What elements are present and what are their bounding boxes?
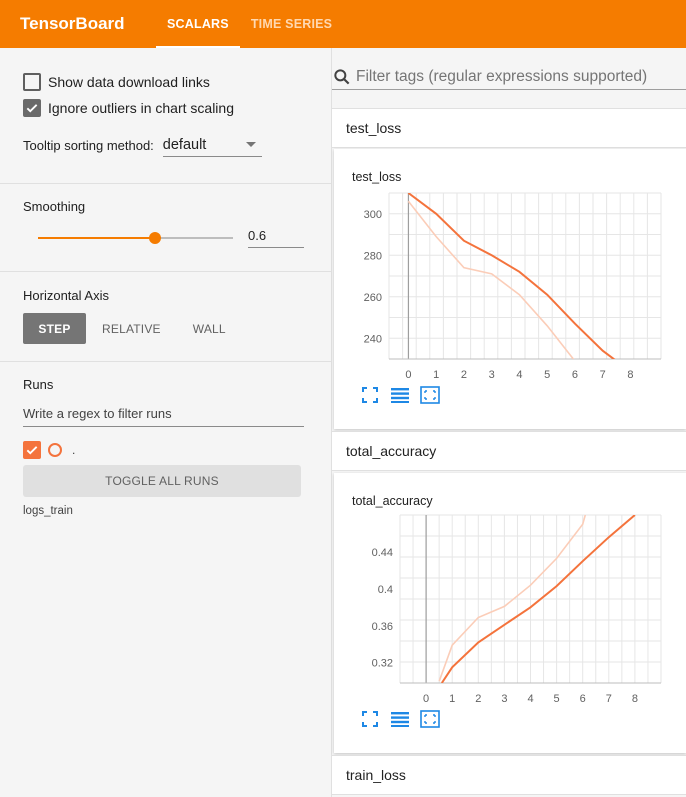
zoom-selection-icon [420, 710, 440, 728]
y-tick-label: 260 [364, 292, 382, 304]
run-item[interactable]: . [23, 441, 308, 459]
chart-card-test-loss: test_loss 0 1 2 3 4 5 6 7 8 240 260 280 300 [334, 149, 686, 429]
tooltip-sorting-row: Tooltip sorting method: default [23, 133, 308, 157]
zoom-selection-button[interactable] [419, 384, 441, 406]
x-tick-label: 5 [554, 693, 560, 705]
total-accuracy-chart[interactable]: 0 1 2 3 4 5 6 7 8 0.32 0.36 0.4 0.44 [334, 473, 686, 713]
axis-step-button[interactable]: STEP [23, 313, 86, 344]
tab-scalars[interactable]: SCALARS [156, 0, 240, 48]
y-tick-label: 0.32 [372, 658, 393, 670]
smoothing-slider-thumb[interactable] [149, 232, 161, 244]
ignore-outliers-checkbox[interactable] [23, 99, 41, 117]
run-checkbox[interactable] [23, 441, 41, 459]
fit-domain-icon [362, 387, 378, 403]
group-header-total-accuracy[interactable]: total_accuracy [332, 431, 686, 471]
x-tick-label: 3 [501, 693, 507, 705]
tag-filter-input[interactable]: Filter tags (regular expressions support… [332, 64, 686, 90]
tag-filter-placeholder: Filter tags (regular expressions support… [356, 67, 648, 85]
run-color-radio[interactable] [48, 443, 62, 457]
data-table-button[interactable] [389, 708, 411, 730]
y-tick-label: 0.36 [372, 621, 393, 633]
x-tick-label: 1 [433, 369, 439, 381]
x-tick-label: 8 [627, 369, 633, 381]
brand-title: TensorBoard [20, 14, 125, 33]
data-table-icon [391, 388, 409, 403]
x-tick-label: 4 [516, 369, 522, 381]
tooltip-sorting-select[interactable]: default [162, 133, 262, 157]
smoothing-control: 0.6 [23, 228, 308, 248]
horizontal-axis-title: Horizontal Axis [23, 288, 109, 303]
check-icon [26, 104, 38, 113]
axis-wall-button[interactable]: WALL [177, 313, 242, 344]
chart-card-total-accuracy: total_accuracy 0 1 2 3 4 5 6 7 8 0.32 0.36 0.4 0.44 [334, 473, 686, 753]
log-dir-label: logs_train [23, 505, 73, 517]
show-download-links-checkbox[interactable] [23, 73, 41, 91]
fit-domain-icon [362, 711, 378, 727]
smoothing-section: Smoothing 0.6 [0, 184, 331, 272]
data-table-button[interactable] [389, 384, 411, 406]
axis-relative-button[interactable]: RELATIVE [86, 313, 177, 344]
y-tick-label: 240 [364, 333, 382, 345]
runs-filter-input[interactable]: Write a regex to filter runs [23, 406, 304, 427]
x-tick-label: 6 [572, 369, 578, 381]
test-loss-chart[interactable]: 0 1 2 3 4 5 6 7 8 240 260 280 300 [334, 149, 686, 389]
main-panel: Filter tags (regular expressions support… [332, 48, 686, 797]
group-header-test-loss[interactable]: test_loss [332, 108, 686, 148]
series-line-smoothed [407, 193, 616, 359]
tooltip-sorting-value: default [162, 136, 207, 153]
chart-actions [359, 384, 449, 406]
x-tick-label: 2 [461, 369, 467, 381]
options-section: Show data download links Ignore outliers… [0, 48, 331, 184]
y-tick-label: 280 [364, 250, 382, 262]
show-download-links-option[interactable]: Show data download links [23, 69, 308, 95]
x-tick-label: 7 [606, 693, 612, 705]
x-tick-label: 2 [475, 693, 481, 705]
x-tick-label: 4 [527, 693, 533, 705]
run-name: . [72, 443, 76, 457]
chevron-down-icon [245, 142, 256, 147]
x-tick-label: 0 [405, 369, 411, 381]
smoothing-value-input[interactable]: 0.6 [248, 228, 304, 248]
tooltip-sorting-label: Tooltip sorting method: [23, 137, 154, 153]
runs-section: Runs Write a regex to filter runs . TOGG… [0, 362, 331, 517]
horizontal-axis-section: Horizontal Axis STEP RELATIVE WALL [0, 272, 331, 362]
show-download-links-label: Show data download links [48, 74, 210, 90]
x-tick-label: 7 [600, 369, 606, 381]
x-tick-label: 0 [423, 693, 429, 705]
data-table-icon [391, 712, 409, 727]
horizontal-axis-toggle: STEP RELATIVE WALL [23, 313, 308, 344]
smoothing-slider[interactable] [38, 232, 233, 244]
smoothing-slider-fill [38, 237, 155, 239]
check-icon [26, 446, 38, 455]
y-tick-label: 0.44 [372, 547, 393, 559]
x-tick-label: 6 [580, 693, 586, 705]
x-tick-label: 3 [489, 369, 495, 381]
ignore-outliers-option[interactable]: Ignore outliers in chart scaling [23, 95, 308, 121]
smoothing-title: Smoothing [23, 199, 86, 214]
chart-actions [359, 708, 449, 730]
tab-time-series[interactable]: TIME SERIES [240, 0, 343, 48]
top-app-bar: TensorBoard SCALARS TIME SERIES [0, 0, 686, 48]
series-line-raw [438, 515, 587, 682]
sidebar: Show data download links Ignore outliers… [0, 48, 332, 797]
zoom-selection-icon [420, 386, 440, 404]
ignore-outliers-label: Ignore outliers in chart scaling [48, 100, 234, 116]
search-icon [334, 68, 350, 84]
zoom-selection-button[interactable] [419, 708, 441, 730]
fit-domain-button[interactable] [359, 384, 381, 406]
runs-title: Runs [23, 377, 54, 392]
y-tick-label: 300 [364, 209, 382, 221]
fit-domain-button[interactable] [359, 708, 381, 730]
x-tick-label: 5 [544, 369, 550, 381]
x-tick-label: 8 [632, 693, 638, 705]
group-header-train-loss[interactable]: train_loss [332, 755, 686, 795]
x-tick-label: 1 [449, 693, 455, 705]
y-tick-label: 0.4 [378, 584, 393, 596]
toggle-all-runs-button[interactable]: TOGGLE ALL RUNS [23, 465, 301, 497]
series-line-raw [407, 200, 575, 359]
